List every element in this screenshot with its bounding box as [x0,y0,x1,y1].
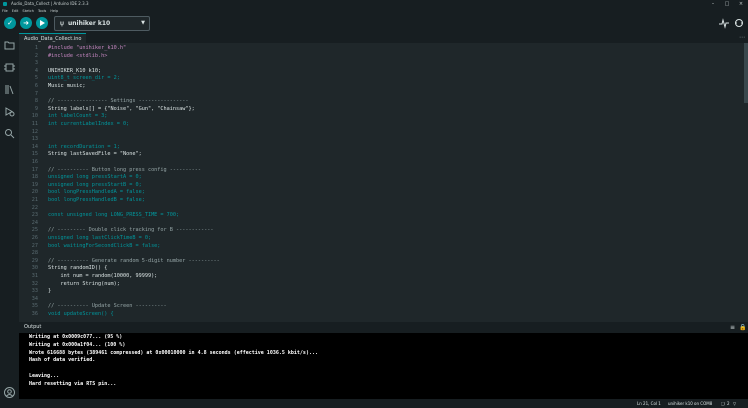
output-line: Writing at 0x000a1f04... (100 %) [29,341,126,348]
debug-icon[interactable] [36,17,48,29]
board-name: unihiker k10 [68,20,111,27]
notification-icon[interactable]: ❑ [721,399,725,408]
menu-sketch[interactable]: Sketch [22,9,33,13]
verify-icon[interactable]: ✓ [4,17,16,29]
more-icon[interactable]: ⋯ [739,33,745,43]
code-line[interactable]: 36 void updateScreen() { [19,310,748,318]
sketchbook-icon[interactable] [4,36,15,50]
code-text: void updateScreen() { [48,311,114,317]
chevron-down-icon: ▼ [141,20,145,26]
minimize-icon[interactable]: – [706,0,720,8]
upload-icon[interactable]: ➜ [20,17,32,29]
output-line: Hard resetting via RTS pin... [29,380,117,387]
toolbar: ✓ ➜ ψ unihiker k10 ▼ [0,14,748,33]
menu-help[interactable]: Help [50,9,58,13]
cursor-position[interactable]: Ln 21, Col 1 [637,399,661,408]
serial-plotter-icon[interactable] [718,17,730,29]
output-line: Hash of data verified. [29,357,96,364]
tab-audio-data-collect[interactable]: Audio_Data_Collect.ino [19,33,87,43]
status-bar: Ln 21, Col 1 unihiker k10 on COM8 ❑ 2 ▽ [0,399,748,408]
maximize-icon[interactable]: □ [720,0,734,8]
board-selector[interactable]: ψ unihiker k10 ▼ [54,16,150,31]
code-editor[interactable]: 1 #include "unihiker_k10.h" 2 #include <std… [19,43,748,322]
search-icon[interactable] [4,124,15,139]
debug-icon[interactable] [4,102,15,117]
output-panel: Writing at 0x0009c077... (95 %) Writing a… [19,333,748,399]
sidebar [0,33,19,399]
clear-output-icon[interactable]: ≡ [730,322,735,333]
editor-tabs: Audio_Data_Collect.ino ⋯ [19,33,748,43]
profile-icon[interactable] [4,383,15,398]
output-line: Writing at 0x0009c077... (95 %) [29,334,123,340]
bell-icon[interactable]: ▽ [733,399,736,408]
close-icon[interactable]: × [734,0,748,8]
menu-file[interactable]: File [2,9,8,13]
lock-icon[interactable]: 🔒 [739,322,746,333]
boards-manager-icon[interactable] [4,58,15,72]
output-line: Leaving... [29,373,60,379]
arduino-logo-icon [3,2,7,6]
output-label: Output [24,324,42,330]
library-manager-icon[interactable] [4,80,15,95]
output-header: Output ≡ 🔒 [19,322,748,333]
notification-count: 2 [727,401,730,406]
board-port-status[interactable]: unihiker k10 on COM8 [668,399,712,408]
output-line: Wrote 616688 bytes (389461 compressed) a… [29,349,318,356]
menu-tools[interactable]: Tools [38,9,46,13]
line-number: 36 [31,311,38,317]
title-bar: Audio_Data_Collect | Arduino IDE 2.3.3 –… [0,0,748,8]
window-title: Audio_Data_Collect | Arduino IDE 2.3.3 [11,1,89,6]
usb-icon: ψ [60,20,64,27]
menu-edit[interactable]: Edit [12,9,19,13]
editor-scrollbar[interactable] [744,43,748,103]
serial-monitor-icon[interactable] [733,17,745,29]
